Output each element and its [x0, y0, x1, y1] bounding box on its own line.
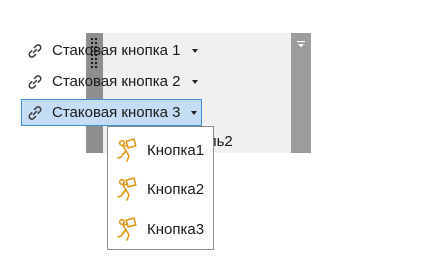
worker-carrying-box-icon — [117, 217, 137, 241]
dropdown-item-2[interactable]: Кнопка2 — [114, 174, 204, 204]
stack-button-2-label: Стаковая кнопка 2 — [52, 73, 181, 90]
stack-button-1-label: Стаковая кнопка 1 — [52, 42, 181, 59]
chevron-down-icon[interactable] — [191, 110, 197, 115]
customize-icon[interactable] — [297, 41, 305, 49]
link-icon — [28, 105, 42, 120]
link-icon — [28, 74, 42, 89]
stage: Стаковая кнопка 1 Стаковая кнопка 2 ель2… — [0, 0, 430, 258]
dropdown-item-1[interactable]: Кнопка1 — [114, 135, 204, 165]
stack-button-2[interactable]: Стаковая кнопка 2 — [22, 68, 202, 95]
chevron-down-icon[interactable] — [192, 79, 198, 84]
dropdown-item-2-label: Кнопка2 — [147, 180, 205, 198]
worker-carrying-box-icon — [117, 177, 137, 201]
stack-button-3[interactable]: Стаковая кнопка 3 — [21, 99, 202, 126]
panel-options-strip[interactable] — [291, 33, 311, 153]
stack-button-3-dropdown: Кнопка1 Кнопка2 Кнопка3 — [107, 126, 214, 250]
stack-button-1[interactable]: Стаковая кнопка 1 — [22, 37, 202, 64]
dropdown-item-3[interactable]: Кнопка3 — [114, 214, 204, 244]
link-icon — [28, 43, 42, 58]
worker-carrying-box-icon — [117, 138, 137, 162]
stack-button-3-label: Стаковая кнопка 3 — [52, 104, 181, 121]
dropdown-item-3-label: Кнопка3 — [147, 220, 205, 238]
dropdown-item-1-label: Кнопка1 — [147, 141, 205, 159]
chevron-down-icon[interactable] — [192, 48, 198, 53]
